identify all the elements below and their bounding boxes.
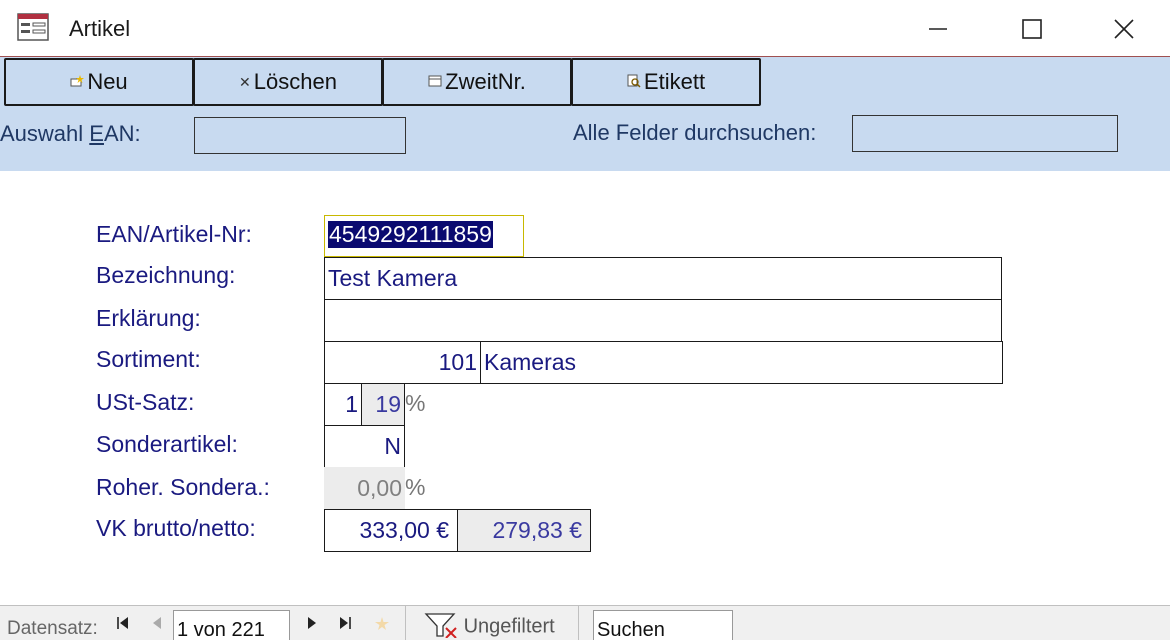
filter-toggle-button[interactable]: Ungefiltert <box>424 613 555 640</box>
filter-off-icon <box>424 613 457 639</box>
vat-code-field[interactable]: 1 <box>324 383 362 426</box>
ean-value: 4549292111859 <box>328 221 493 248</box>
title-bar: Artikel <box>0 0 1170 57</box>
first-record-button[interactable] <box>116 616 130 635</box>
label-print-button[interactable]: Etikett <box>571 58 761 106</box>
form-small-icon <box>428 74 442 90</box>
close-icon <box>1114 18 1134 39</box>
form-header: Neu ✕ Löschen ZweitNr. Etikett Auswahl E… <box>0 57 1170 171</box>
net-price-field: 279,83 € <box>457 509 591 552</box>
record-navigation-bar: Datensatz: 1 von 221 Ungefiltert Suchen <box>0 605 1170 640</box>
status-separator-2 <box>578 606 579 640</box>
special-margin-field: 0,00 <box>324 467 405 510</box>
ean-search-label: Auswahl EAN: <box>0 121 141 147</box>
assortment-label: Sortiment: <box>96 346 201 372</box>
close-button[interactable] <box>1088 0 1160 57</box>
new-button-label: Neu <box>87 69 128 94</box>
status-separator <box>405 606 406 640</box>
print-preview-icon <box>627 74 641 91</box>
description-label: Bezeichnung: <box>96 262 236 288</box>
ean-search-input[interactable] <box>194 117 406 154</box>
second-number-button[interactable]: ZweitNr. <box>382 58 572 106</box>
special-margin-percent-sign: % <box>405 474 426 500</box>
ean-label: EAN/Artikel-Nr: <box>96 221 252 247</box>
assortment-code-field[interactable]: 101 <box>324 341 481 384</box>
window-title: Artikel <box>69 16 131 41</box>
explanation-label: Erklärung: <box>96 305 201 331</box>
next-record-button[interactable] <box>306 616 318 635</box>
explanation-field[interactable] <box>324 299 1002 342</box>
new-button[interactable]: Neu <box>4 58 194 106</box>
all-fields-search-input[interactable] <box>852 115 1118 152</box>
delete-icon: ✕ <box>239 73 251 90</box>
label-print-label: Etikett <box>643 69 706 94</box>
maximize-button[interactable] <box>996 0 1068 57</box>
filter-status-label: Ungefiltert <box>463 615 555 638</box>
first-record-icon <box>117 617 128 629</box>
ean-search-label-pre: Auswahl <box>0 121 90 146</box>
delete-button[interactable]: ✕ Löschen <box>193 58 383 106</box>
new-record-icon <box>70 74 85 90</box>
special-margin-label: Roher. Sondera.: <box>96 474 270 500</box>
gross-price-field[interactable]: 333,00 € <box>324 509 458 552</box>
assortment-name-field[interactable]: Kameras <box>480 341 1003 384</box>
new-record-star-icon <box>375 617 389 630</box>
all-fields-search-label: Alle Felder durchsuchen: <box>573 120 817 145</box>
previous-record-icon <box>153 617 161 629</box>
record-position-input[interactable]: 1 von 221 <box>173 610 290 640</box>
record-label: Datensatz: <box>7 618 98 639</box>
minimize-icon <box>929 27 947 30</box>
second-number-label: ZweitNr. <box>445 69 526 94</box>
maximize-icon <box>1022 18 1042 39</box>
special-item-field[interactable]: N <box>324 425 405 468</box>
minimize-button[interactable] <box>902 0 974 57</box>
previous-record-button[interactable] <box>151 616 163 635</box>
description-field[interactable]: Test Kamera <box>324 257 1002 300</box>
sales-price-label: VK brutto/netto: <box>96 515 256 541</box>
special-item-label: Sonderartikel: <box>96 431 238 457</box>
delete-button-label: Löschen <box>253 69 337 94</box>
last-record-icon <box>340 617 351 629</box>
vat-rate-label: USt-Satz: <box>96 389 195 415</box>
record-search-input[interactable]: Suchen <box>593 610 733 640</box>
new-record-button[interactable] <box>374 616 390 637</box>
vat-percent-sign: % <box>405 390 426 416</box>
ean-field[interactable]: 4549292111859 <box>324 215 524 257</box>
next-record-icon <box>308 617 316 629</box>
form-icon <box>17 13 49 41</box>
ean-search-label-access-key: E <box>89 121 104 146</box>
vat-percent-field: 19 <box>361 383 405 426</box>
last-record-button[interactable] <box>338 616 352 635</box>
ean-search-label-post: AN: <box>103 121 141 146</box>
